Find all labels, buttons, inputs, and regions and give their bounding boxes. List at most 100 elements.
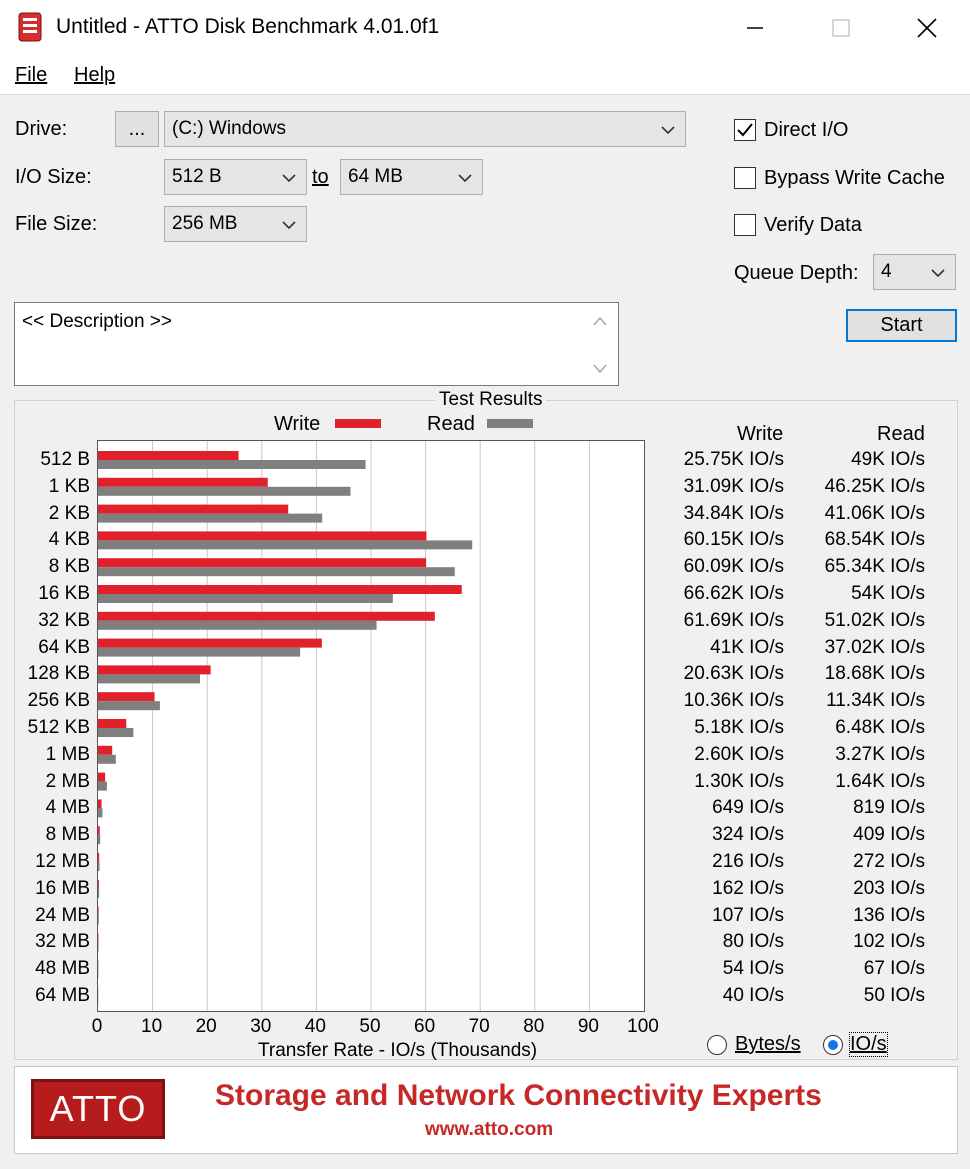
close-icon	[917, 18, 937, 38]
write-bar	[98, 638, 322, 648]
browse-button[interactable]: ...	[115, 111, 159, 147]
read-value: 51.02K IO/s	[824, 609, 925, 631]
start-button[interactable]: Start	[846, 309, 957, 342]
row-size-label: 24 MB	[35, 904, 90, 926]
scroll-down-icon[interactable]	[592, 363, 608, 375]
maximize-button[interactable]	[798, 0, 884, 56]
bypass-write-cache-checkbox[interactable]	[734, 167, 756, 189]
write-value: 40 IO/s	[722, 985, 784, 1006]
read-bar	[98, 862, 100, 871]
read-value: 18.68K IO/s	[824, 663, 925, 685]
row-size-label: 16 KB	[38, 583, 90, 604]
read-value: 54K IO/s	[851, 583, 925, 604]
legend-write-label: Write	[274, 413, 321, 435]
atto-logo-text: ATTO	[49, 1088, 147, 1129]
read-value: 3.27K IO/s	[835, 743, 925, 765]
io-size-label: I/O Size:	[15, 166, 92, 188]
row-size-label: 32 KB	[38, 609, 90, 631]
legend-read-swatch	[487, 419, 533, 428]
bypass-write-cache-label[interactable]: Bypass Write Cache	[764, 167, 945, 190]
io-per-sec-label[interactable]: IO/s	[849, 1032, 888, 1057]
drive-select[interactable]: (C:) Windows	[164, 111, 686, 147]
atto-logo: ATTO	[31, 1079, 165, 1139]
write-value: 25.75K IO/s	[683, 449, 784, 470]
io-size-to-select[interactable]: 64 MB	[340, 159, 483, 195]
x-tick-label: 70	[468, 1016, 490, 1037]
read-value: 67 IO/s	[863, 958, 925, 980]
x-tick-label: 60	[414, 1016, 436, 1037]
x-tick-label: 80	[523, 1016, 545, 1037]
verify-data-checkbox[interactable]	[734, 214, 756, 236]
io-per-sec-radio[interactable]	[823, 1035, 843, 1055]
direct-io-label[interactable]: Direct I/O	[764, 119, 848, 142]
read-bar	[98, 460, 366, 469]
read-bar	[98, 674, 200, 684]
write-value: 107 IO/s	[712, 904, 784, 926]
scroll-up-icon[interactable]	[592, 315, 608, 327]
checkmark-icon	[737, 123, 753, 137]
io-size-to-value: 64 MB	[348, 166, 403, 187]
io-size-from-select[interactable]: 512 B	[164, 159, 307, 195]
read-bar	[98, 513, 323, 523]
write-value: 41K IO/s	[710, 636, 784, 658]
read-value: 68.54K IO/s	[824, 529, 925, 551]
read-bar	[98, 781, 107, 791]
row-size-label: 32 MB	[35, 931, 90, 953]
write-bar	[98, 558, 427, 568]
menu-help[interactable]: Help	[74, 64, 115, 87]
write-value: 5.18K IO/s	[694, 717, 784, 738]
write-bar	[98, 451, 239, 460]
write-value: 1.30K IO/s	[694, 770, 784, 792]
write-bar	[98, 799, 102, 809]
row-size-label: 8 KB	[48, 556, 90, 578]
read-bar	[98, 728, 134, 737]
write-value: 649 IO/s	[712, 797, 784, 819]
write-column-header: Write	[737, 423, 784, 445]
read-bar	[98, 620, 377, 630]
write-bar	[98, 719, 127, 728]
read-bar	[98, 888, 100, 898]
queue-depth-select[interactable]: 4	[873, 254, 956, 290]
bytes-per-sec-radio[interactable]	[707, 1035, 727, 1055]
write-bar	[98, 692, 155, 702]
minimize-button[interactable]	[712, 0, 798, 56]
direct-io-checkbox[interactable]	[734, 119, 756, 141]
menu-file[interactable]: File	[15, 64, 47, 87]
row-size-label: 4 KB	[48, 529, 90, 551]
read-value: 41.06K IO/s	[824, 502, 925, 524]
io-size-from-value: 512 B	[172, 166, 222, 187]
write-bar	[98, 906, 99, 916]
description-textarea[interactable]: << Description >>	[14, 302, 619, 386]
x-tick-label: 100	[627, 1016, 659, 1037]
read-value: 1.64K IO/s	[835, 770, 925, 792]
banner-url: www.atto.com	[425, 1119, 554, 1140]
read-bar	[98, 754, 116, 764]
read-bar	[98, 808, 103, 818]
read-bar	[98, 701, 160, 711]
x-tick-label: 10	[141, 1016, 163, 1037]
file-size-value: 256 MB	[172, 213, 238, 234]
minimize-icon	[747, 27, 763, 29]
atto-banner: ATTO Storage and Network Connectivity Ex…	[14, 1066, 958, 1154]
start-button-label: Start	[880, 314, 923, 336]
banner-tagline: Storage and Network Connectivity Experts	[215, 1079, 822, 1112]
read-column-header: Read	[877, 423, 925, 445]
file-size-select[interactable]: 256 MB	[164, 206, 307, 242]
write-bar	[98, 504, 289, 514]
row-size-label: 64 MB	[35, 985, 90, 1006]
write-value: 216 IO/s	[712, 851, 784, 872]
write-value: 162 IO/s	[712, 877, 784, 899]
verify-data-label[interactable]: Verify Data	[764, 214, 862, 237]
read-bar	[98, 647, 301, 657]
read-value: 49K IO/s	[851, 449, 925, 470]
description-text: << Description >>	[22, 311, 172, 332]
row-size-label: 256 KB	[27, 690, 90, 712]
row-size-label: 2 KB	[48, 502, 90, 524]
write-value: 60.09K IO/s	[683, 556, 784, 578]
read-bar	[98, 915, 99, 925]
queue-depth-label: Queue Depth:	[734, 262, 859, 284]
chart-plot-area	[97, 440, 645, 1012]
bytes-per-sec-label[interactable]: Bytes/s	[735, 1033, 801, 1056]
write-bar	[98, 531, 427, 541]
close-button[interactable]	[884, 0, 970, 56]
